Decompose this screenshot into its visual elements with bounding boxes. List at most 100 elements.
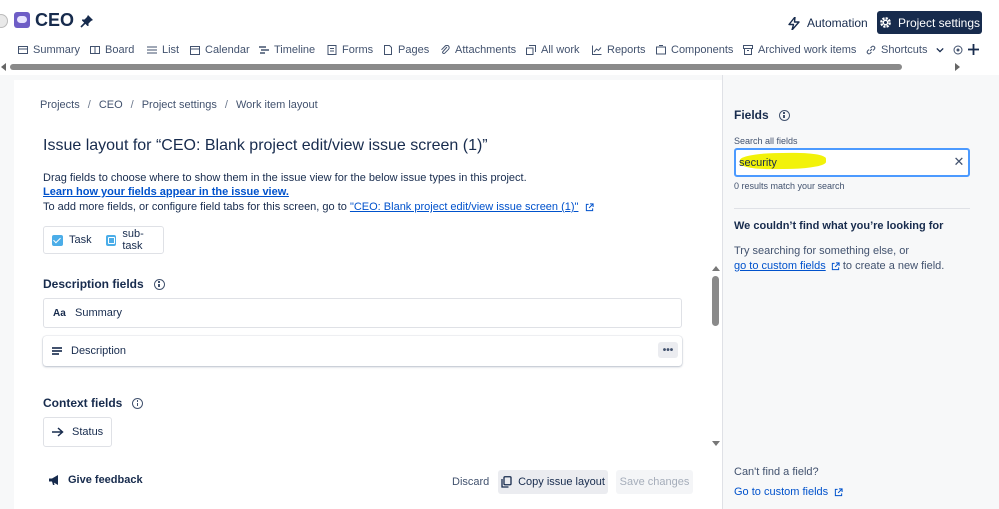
top-header: CEO Automation Project settings Summary …	[0, 0, 999, 80]
tab-reports[interactable]: Reports	[592, 40, 646, 60]
arrow-right-icon	[52, 427, 64, 437]
info-icon[interactable]	[778, 109, 790, 121]
tab-list[interactable]: List	[147, 40, 179, 60]
pages-icon	[384, 45, 392, 55]
breadcrumb-project-settings[interactable]: Project settings	[142, 99, 217, 111]
custom-fields-link[interactable]: go to custom fields	[734, 260, 826, 272]
collapsed-sidebar-handle[interactable]	[0, 14, 8, 28]
tab-label: Calendar	[205, 44, 250, 56]
attachment-icon	[441, 45, 450, 55]
task-icon	[52, 234, 63, 246]
issue-type-label: sub-task	[122, 228, 144, 252]
timeline-icon	[259, 46, 269, 54]
tab-summary[interactable]: Summary	[18, 40, 80, 60]
field-label: Description	[71, 345, 127, 357]
tab-label: Shortcuts	[881, 44, 928, 56]
add-tab-icon[interactable]	[968, 44, 979, 55]
discard-button[interactable]: Discard	[446, 470, 495, 494]
search-input[interactable]	[739, 154, 939, 172]
not-found-custom-line: go to custom fields to create a new fiel…	[734, 260, 944, 272]
tab-forms[interactable]: Forms	[327, 40, 373, 60]
tab-shortcuts[interactable]: Shortcuts	[866, 40, 945, 60]
board-icon	[90, 46, 100, 54]
horizontal-scrollbar[interactable]	[0, 63, 965, 71]
project-settings-label: Project settings	[897, 15, 981, 30]
tab-label: Forms	[342, 44, 374, 56]
overflow-tab-icon[interactable]	[953, 45, 963, 55]
context-fields-heading: Context fields	[43, 396, 144, 410]
copy-issue-layout-button[interactable]: Copy issue layout	[498, 470, 608, 494]
fields-panel-title: Fields	[734, 108, 790, 122]
breadcrumb-projects[interactable]: Projects	[40, 99, 80, 111]
info-icon[interactable]	[153, 278, 165, 290]
text-field-icon: Aa	[53, 307, 66, 319]
project-tabs: Summary Board List Calendar Timeline For…	[0, 40, 999, 60]
tab-calendar[interactable]: Calendar	[190, 40, 250, 60]
tab-label: Archived work items	[758, 44, 857, 56]
tab-label: Pages	[398, 44, 430, 56]
field-status[interactable]: Status	[43, 417, 112, 447]
project-title: CEO	[35, 10, 75, 30]
description-fields-heading: Description fields	[43, 277, 165, 291]
scroll-up-arrow-icon[interactable]	[712, 266, 720, 271]
breadcrumb-ceo[interactable]: CEO	[99, 99, 123, 111]
tab-label: Attachments	[455, 44, 517, 56]
configure-text: To add more fields, or configure field t…	[43, 201, 350, 213]
project-settings-button[interactable]: Project settings	[877, 11, 982, 34]
tab-board[interactable]: Board	[90, 40, 134, 60]
field-description[interactable]: Description •••	[43, 336, 682, 366]
copy-label: Copy issue layout	[518, 476, 605, 488]
description-line: Drag fields to choose where to show them…	[43, 172, 527, 184]
field-label: Summary	[75, 307, 123, 319]
automation-label: Automation	[807, 16, 868, 30]
info-icon[interactable]	[132, 397, 144, 409]
copy-icon	[501, 476, 512, 488]
vertical-scroll-thumb[interactable]	[712, 276, 719, 326]
gear-icon	[880, 17, 891, 28]
more-actions-button[interactable]: •••	[658, 342, 678, 358]
reports-icon	[592, 45, 602, 55]
tab-attachments[interactable]: Attachments	[440, 40, 516, 60]
tab-all-work[interactable]: All work	[526, 40, 580, 60]
give-feedback-button[interactable]: Give feedback	[48, 474, 143, 486]
not-found-text: Try searching for something else, or	[734, 245, 910, 257]
scroll-down-arrow-icon[interactable]	[712, 441, 720, 446]
scroll-left-arrow-icon[interactable]	[1, 63, 6, 71]
calendar-icon	[190, 46, 200, 55]
tab-timeline[interactable]: Timeline	[259, 40, 315, 60]
shortcuts-icon	[866, 45, 876, 55]
save-changes-button[interactable]: Save changes	[616, 470, 693, 494]
tab-label: Reports	[607, 44, 646, 56]
automation-button[interactable]: Automation	[788, 13, 868, 33]
scroll-right-arrow-icon[interactable]	[955, 63, 960, 71]
issue-type-label: Task	[69, 234, 92, 246]
learn-link-line: Learn how your fields appear in the issu…	[43, 186, 289, 198]
field-summary[interactable]: Aa Summary	[43, 298, 682, 328]
paragraph-icon	[52, 347, 62, 355]
search-result-count: 0 results match your search	[734, 181, 845, 191]
tab-pages[interactable]: Pages	[383, 40, 429, 60]
all-work-icon	[526, 45, 536, 55]
tab-components[interactable]: Components	[656, 40, 733, 60]
breadcrumb-work-item-layout[interactable]: Work item layout	[236, 99, 318, 111]
pin-icon[interactable]	[79, 13, 95, 29]
clear-search-icon[interactable]: ✕	[952, 155, 966, 169]
archive-icon	[743, 45, 753, 55]
horizontal-scroll-thumb[interactable]	[10, 64, 902, 70]
panel-title-text: Fields	[734, 108, 769, 122]
search-field-box: ✕	[734, 148, 970, 177]
issue-type-subtask: sub-task	[105, 228, 163, 252]
goto-custom-fields-link[interactable]: Go to custom fields	[734, 486, 843, 498]
tab-label: All work	[541, 44, 580, 56]
section-title: Context fields	[43, 396, 123, 410]
learn-fields-link[interactable]: Learn how your fields appear in the issu…	[43, 186, 289, 198]
tab-label: Summary	[33, 44, 81, 56]
issue-type-task: Task	[52, 234, 92, 246]
vertical-scrollbar[interactable]	[710, 264, 722, 448]
screen-link[interactable]: "CEO: Blank project edit/view issue scre…	[350, 201, 579, 213]
issue-types-box: Task sub-task	[43, 226, 164, 254]
forms-icon	[327, 45, 337, 55]
tab-label: Board	[105, 44, 135, 56]
tab-archived-work-items[interactable]: Archived work items	[743, 40, 856, 60]
external-link-icon	[831, 261, 840, 270]
